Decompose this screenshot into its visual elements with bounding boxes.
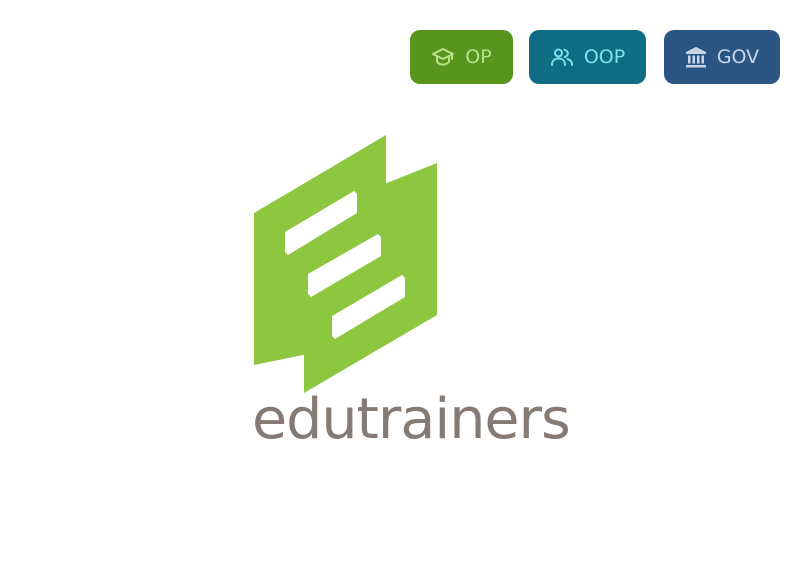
op-button[interactable]: OP: [410, 30, 513, 84]
page: OP OOP GOV edutrainers: [0, 0, 810, 570]
gov-button-label: GOV: [716, 46, 760, 68]
edutrainers-wordmark: edutrainers: [251, 387, 571, 452]
oop-button[interactable]: OOP: [529, 30, 646, 84]
institution-icon: [685, 46, 707, 68]
graduation-cap-icon: [431, 47, 455, 67]
logo-mark: [254, 135, 437, 393]
users-icon: [550, 47, 574, 67]
edutrainers-logo: edutrainers: [240, 130, 575, 470]
gov-button[interactable]: GOV: [664, 30, 780, 84]
oop-button-label: OOP: [583, 46, 626, 68]
op-button-label: OP: [465, 46, 492, 68]
